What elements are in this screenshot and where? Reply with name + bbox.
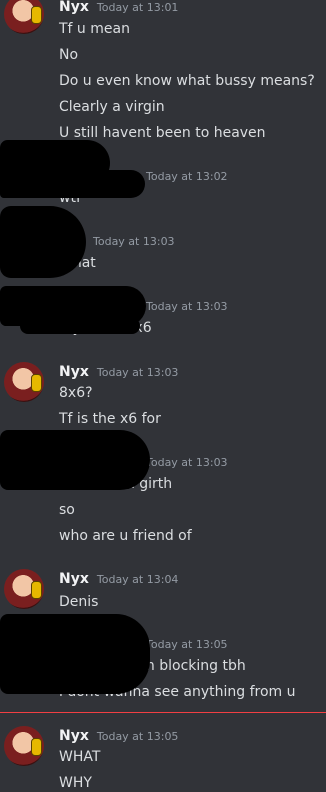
message-header: Nyx Today at 13:04 [59, 571, 178, 589]
message-text: Tf u mean [59, 21, 130, 37]
username[interactable]: Nyx [59, 571, 89, 587]
username[interactable]: Nyx [59, 728, 89, 744]
timestamp[interactable]: Today at 13:02 [146, 170, 228, 183]
redaction-mark [0, 430, 150, 490]
timestamp[interactable]: Today at 13:04 [97, 573, 179, 586]
message-text: so [59, 502, 75, 518]
timestamp[interactable]: Today at 13:03 [146, 300, 228, 313]
new-messages-divider [0, 712, 326, 713]
message-header: Nyx Today at 13:05 [59, 728, 178, 746]
timestamp[interactable]: Today at 13:03 [146, 456, 228, 469]
redaction-mark [0, 206, 86, 278]
timestamp[interactable]: Today at 13:05 [97, 730, 179, 743]
avatar[interactable] [4, 569, 44, 609]
message-text: Tf is the x6 for [59, 411, 161, 427]
message-header: Nyx Today at 13:03 [59, 364, 178, 382]
message-text: Do u even know what bussy means? [59, 73, 315, 89]
message-header: Nyx Today at 13:01 [59, 0, 178, 17]
redaction-mark [20, 318, 140, 334]
avatar[interactable] [4, 726, 44, 766]
message-text: WHY [59, 775, 92, 791]
username[interactable]: Nyx [59, 0, 89, 15]
username[interactable]: Nyx [59, 364, 89, 380]
message-header: Today at 13:03 [93, 235, 175, 253]
message-text: who are u friend of [59, 528, 192, 544]
timestamp[interactable]: Today at 13:03 [97, 366, 179, 379]
timestamp[interactable]: Today at 13:01 [97, 1, 179, 14]
avatar[interactable] [4, 362, 44, 402]
avatar[interactable] [4, 0, 44, 34]
redaction-mark [40, 654, 70, 668]
message-header: Today at 13:03 [146, 300, 228, 318]
message-text: Clearly a virgin [59, 99, 165, 115]
message-text: WHAT [59, 749, 101, 765]
redaction-mark [0, 614, 150, 694]
message-header: Today at 13:02 [146, 170, 228, 188]
timestamp[interactable]: Today at 13:03 [93, 235, 175, 248]
message-header: Today at 13:05 [146, 638, 228, 656]
message-header: Today at 13:03 [146, 456, 228, 474]
message-text: Denis [59, 594, 99, 610]
timestamp[interactable]: Today at 13:05 [146, 638, 228, 651]
message-text: 8x6? [59, 385, 93, 401]
message-text: No [59, 47, 79, 63]
redaction-mark [0, 170, 145, 198]
